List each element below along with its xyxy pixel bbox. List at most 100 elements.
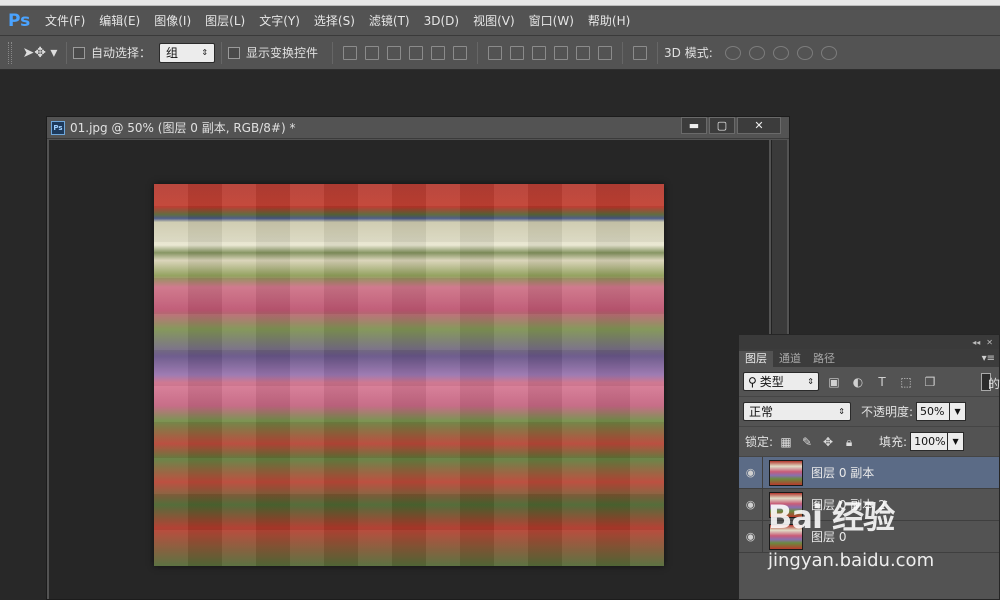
layer-row[interactable]: ◉ 图层 0 副本 xyxy=(739,456,999,489)
auto-select-label: 自动选择： xyxy=(91,46,152,60)
auto-align-icon[interactable] xyxy=(633,45,648,60)
lock-position-icon[interactable]: ✥ xyxy=(820,434,836,450)
distribute-hcenter-icon[interactable] xyxy=(576,45,591,60)
divider xyxy=(657,41,659,64)
distribute-bottom-icon[interactable] xyxy=(532,45,547,60)
layers-panel: ◂◂ ✕ 图层 通道 路径 ▾≡ ⚲ 类型 ⇕ ▣ ◐ T ⬚ ❐ 正常 ⇕ 不… xyxy=(738,334,1000,600)
tab-layers[interactable]: 图层 xyxy=(739,351,773,367)
align-top-icon[interactable] xyxy=(343,45,358,60)
align-bottom-icon[interactable] xyxy=(387,45,402,60)
distribute-right-icon[interactable] xyxy=(598,45,613,60)
maximize-button[interactable]: ▢ xyxy=(709,117,735,134)
menu-edit[interactable]: 编辑(E) xyxy=(92,12,147,29)
minimize-button[interactable]: ▬ xyxy=(681,117,707,134)
menu-type[interactable]: 文字(Y) xyxy=(252,12,307,29)
3d-roll-icon[interactable] xyxy=(748,45,765,60)
auto-select-dropdown[interactable]: 组 ⇕ xyxy=(159,42,216,63)
distribute-top-icon[interactable] xyxy=(488,45,503,60)
move-tool-preset-button[interactable]: ➤✥ ▾ xyxy=(20,41,60,65)
opacity-dropdown-button[interactable]: ▼ xyxy=(950,402,967,421)
menu-help[interactable]: 帮助(H) xyxy=(581,12,637,29)
menu-image[interactable]: 图像(I) xyxy=(147,12,198,29)
menu-window[interactable]: 窗口(W) xyxy=(522,12,581,29)
move-tool-icon: ➤✥ ▾ xyxy=(22,44,58,61)
layer-filter-dropdown[interactable]: ⚲ 类型 ⇕ xyxy=(743,372,819,391)
layer-thumbnail xyxy=(769,491,803,518)
align-vcenter-icon[interactable] xyxy=(365,45,380,60)
menu-layer[interactable]: 图层(L) xyxy=(198,12,252,29)
maximize-icon: ▢ xyxy=(716,119,728,132)
panel-menu-icon[interactable]: ▾≡ xyxy=(982,351,995,367)
divider xyxy=(221,41,223,64)
layer-name: 图层 0 副本 xyxy=(811,466,875,480)
lock-transparent-icon[interactable]: ▦ xyxy=(778,434,794,450)
3d-slide-icon[interactable] xyxy=(796,45,813,60)
ps-document-icon: Ps xyxy=(51,120,65,135)
options-bar: ➤✥ ▾ 自动选择： 组 ⇕ 显示变换控件 3D 模式: xyxy=(0,36,1000,70)
blend-mode-dropdown[interactable]: 正常 ⇕ xyxy=(743,402,851,421)
tab-paths[interactable]: 路径 xyxy=(807,351,841,367)
menu-bar: Ps 文件(F) 编辑(E) 图像(I) 图层(L) 文字(Y) 选择(S) 滤… xyxy=(0,6,1000,36)
menu-file[interactable]: 文件(F) xyxy=(38,12,92,29)
fill-dropdown-button[interactable]: ▼ xyxy=(948,432,965,451)
window-buttons: ▬ ▢ ✕ xyxy=(679,117,781,136)
blend-mode-value: 正常 xyxy=(749,405,774,419)
fill-label: 填充: xyxy=(879,435,908,449)
lock-label: 锁定: xyxy=(745,435,774,449)
auto-select-checkbox[interactable] xyxy=(73,46,85,59)
chevron-updown-icon: ⇕ xyxy=(807,377,814,386)
distribute-vcenter-icon[interactable] xyxy=(510,45,525,60)
collapse-panel-icon[interactable]: ◂◂ xyxy=(972,338,980,347)
fill-input[interactable]: 100% xyxy=(910,432,949,451)
type-filter-icon[interactable]: T xyxy=(873,374,891,390)
shape-filter-icon[interactable]: ⬚ xyxy=(897,374,915,390)
pixel-filter-icon[interactable]: ▣ xyxy=(825,374,843,390)
close-panel-icon[interactable]: ✕ xyxy=(986,338,993,347)
auto-select-value: 组 xyxy=(166,46,179,60)
options-bar-grip[interactable] xyxy=(8,41,12,64)
align-hcenter-icon[interactable] xyxy=(431,45,446,60)
adjustment-filter-icon[interactable]: ◐ xyxy=(849,374,867,390)
align-left-icon[interactable] xyxy=(409,45,424,60)
divider xyxy=(66,41,67,64)
menu-filter[interactable]: 滤镜(T) xyxy=(362,12,417,29)
show-transform-label: 显示变换控件 xyxy=(246,46,319,60)
opacity-input[interactable]: 50% xyxy=(916,402,951,421)
chevron-updown-icon: ⇕ xyxy=(838,407,845,416)
close-icon: ✕ xyxy=(754,119,764,132)
layer-thumbnail xyxy=(769,459,803,486)
layer-row[interactable]: ◉ 图层 0 xyxy=(739,520,999,553)
divider xyxy=(622,41,624,64)
smart-object-filter-icon[interactable]: ❐ xyxy=(921,374,939,390)
align-right-icon[interactable] xyxy=(453,45,468,60)
layer-thumbnail xyxy=(769,523,803,550)
photoshop-logo: Ps xyxy=(8,10,31,31)
3d-pan-icon[interactable] xyxy=(772,45,789,60)
layer-name: 图层 0 副本 2 xyxy=(811,498,886,512)
distribute-left-icon[interactable] xyxy=(554,45,569,60)
document-title-bar[interactable]: Ps 01.jpg @ 50% (图层 0 副本, RGB/8#) * ▬ ▢ … xyxy=(47,117,789,139)
visibility-eye-icon[interactable]: ◉ xyxy=(739,456,763,489)
tab-channels[interactable]: 通道 xyxy=(773,351,807,367)
3d-mode-label: 3D 模式: xyxy=(664,46,713,60)
lock-fill-row: 锁定: ▦ ✎ ✥ 🔒︎ 填充: 100% ▼ xyxy=(739,427,999,457)
tulip-field-photo[interactable] xyxy=(154,184,664,566)
close-button[interactable]: ✕ xyxy=(737,117,781,134)
minimize-icon: ▬ xyxy=(688,119,700,132)
panel-tabs: 图层 通道 路径 ▾≡ xyxy=(739,349,999,367)
3d-rotate-icon[interactable] xyxy=(724,45,741,60)
menu-select[interactable]: 选择(S) xyxy=(307,12,362,29)
layer-row[interactable]: ◉ 图层 0 副本 2 xyxy=(739,488,999,521)
show-transform-checkbox[interactable] xyxy=(228,46,241,59)
blend-opacity-row: 正常 ⇕ 不透明度: 50% ▼ xyxy=(739,397,999,427)
menu-3d[interactable]: 3D(D) xyxy=(417,14,466,28)
visibility-eye-icon[interactable]: ◉ xyxy=(739,488,763,521)
visibility-eye-icon[interactable]: ◉ xyxy=(739,520,763,553)
search-icon: ⚲ xyxy=(748,374,757,389)
3d-scale-icon[interactable] xyxy=(820,45,837,60)
lock-paint-icon[interactable]: ✎ xyxy=(799,434,815,450)
lock-all-icon[interactable]: 🔒︎ xyxy=(841,434,857,450)
panel-header[interactable]: ◂◂ ✕ xyxy=(739,335,999,349)
layer-filter-value: 类型 xyxy=(759,375,784,389)
menu-view[interactable]: 视图(V) xyxy=(466,12,522,29)
